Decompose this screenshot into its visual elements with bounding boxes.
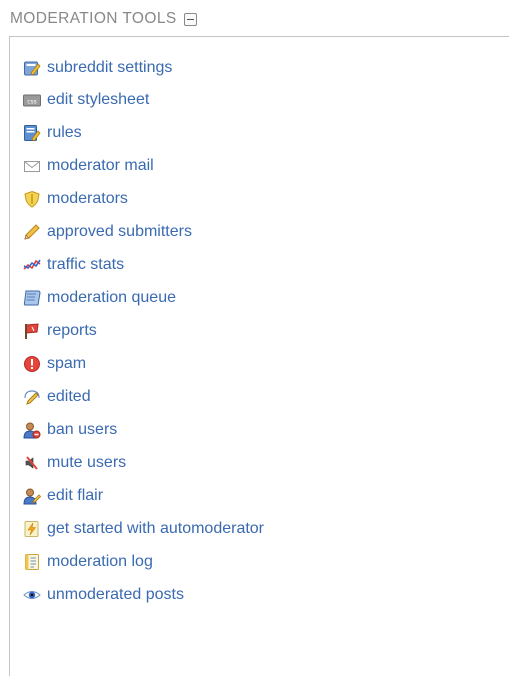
tool-label: ban users: [47, 421, 118, 438]
tool-label: rules: [47, 124, 82, 141]
tool-label: moderation log: [47, 553, 153, 570]
moderation-tools-header: MODERATION TOOLS: [10, 9, 197, 29]
ban-user-icon: [23, 421, 41, 439]
eye-icon: [23, 586, 41, 604]
tool-moderation-queue[interactable]: moderation queue: [23, 287, 176, 309]
tool-traffic-stats[interactable]: traffic stats: [23, 254, 124, 276]
tool-reports[interactable]: reports: [23, 320, 97, 342]
mute-icon: [23, 454, 41, 472]
tool-label: get started with automoderator: [47, 520, 265, 537]
tool-label: spam: [47, 355, 87, 372]
tool-rules[interactable]: rules: [23, 122, 82, 144]
tool-label: subreddit settings: [47, 59, 173, 76]
tool-moderation-log[interactable]: moderation log: [23, 551, 153, 573]
tool-ban-users[interactable]: ban users: [23, 419, 117, 441]
tool-label: mute users: [47, 454, 127, 471]
moderation-tools-title: MODERATION TOOLS: [10, 10, 177, 27]
edit-pencil-icon: [23, 388, 41, 406]
scroll-icon: [23, 289, 41, 307]
flair-user-icon: [23, 487, 41, 505]
tool-subreddit-settings[interactable]: subreddit settings: [23, 57, 172, 79]
tool-mute-users[interactable]: mute users: [23, 452, 126, 474]
rules-icon: [23, 124, 41, 142]
tool-label: unmoderated posts: [47, 586, 184, 603]
tool-spam[interactable]: spam: [23, 353, 86, 375]
tool-label: approved submitters: [47, 223, 192, 240]
chart-line-icon: [23, 256, 41, 274]
tool-label: edit stylesheet: [47, 91, 150, 108]
tool-label: moderation queue: [47, 289, 176, 306]
log-icon: [23, 553, 41, 571]
shield-icon: [23, 190, 41, 208]
tool-label: moderators: [47, 190, 128, 207]
collapse-icon[interactable]: [183, 12, 197, 26]
tool-label: edit flair: [47, 487, 104, 504]
tool-label: moderator mail: [47, 157, 154, 174]
tool-edited[interactable]: edited: [23, 386, 91, 408]
flag-icon: [23, 322, 41, 340]
automod-icon: [23, 520, 41, 538]
tool-label: reports: [47, 322, 97, 339]
tool-moderator-mail[interactable]: moderator mail: [23, 155, 154, 177]
tool-moderators[interactable]: moderators: [23, 188, 128, 210]
envelope-icon: [23, 157, 41, 175]
tool-approved-submitters[interactable]: approved submitters: [23, 221, 192, 243]
svg-text:css: css: [27, 98, 37, 105]
pencil-icon: [23, 223, 41, 241]
tool-label: edited: [47, 388, 91, 405]
tool-edit-flair[interactable]: edit flair: [23, 485, 103, 507]
tool-edit-stylesheet[interactable]: css edit stylesheet: [23, 89, 149, 111]
tool-unmoderated-posts[interactable]: unmoderated posts: [23, 584, 184, 606]
moderation-tools-panel: subreddit settings css edit stylesheet r…: [9, 36, 509, 676]
tool-label: traffic stats: [47, 256, 125, 273]
tool-automoderator[interactable]: get started with automoderator: [23, 518, 264, 540]
css-icon: css: [23, 91, 41, 109]
alert-icon: [23, 355, 41, 373]
settings-pencil-icon: [23, 59, 41, 77]
